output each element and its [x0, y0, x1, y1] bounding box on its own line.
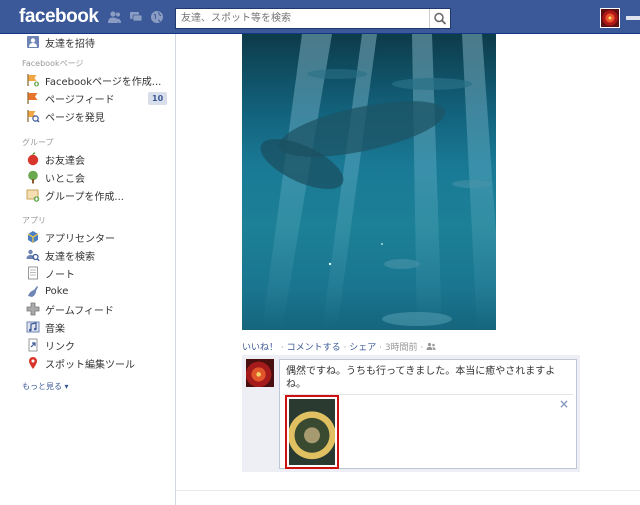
- comment-link[interactable]: コメントする: [287, 343, 341, 353]
- link-icon: [26, 338, 40, 352]
- friend-requests-icon[interactable]: [108, 10, 122, 24]
- attached-photo-thumbnail[interactable]: [285, 395, 339, 469]
- comment-text[interactable]: 偶然ですね。うちも行ってきました。本当に癒やされますよね。: [286, 365, 556, 391]
- search-icon: [434, 12, 447, 25]
- remove-attachment-close-icon[interactable]: ×: [559, 397, 569, 411]
- flag-feed-icon: [26, 91, 40, 105]
- sidebar-item-label: いとこ会: [45, 173, 85, 185]
- sidebar-item-place-editor[interactable]: スポット編集ツール: [26, 355, 135, 371]
- attachment-area: ×: [283, 394, 573, 469]
- sidebar-item-group-cousins[interactable]: いとこ会: [26, 169, 85, 185]
- sidebar-item-label: ゲームフィード: [45, 305, 114, 317]
- content-divider: [176, 490, 640, 491]
- sidebar-item-find-friends[interactable]: 友達を検索: [26, 247, 95, 263]
- comment-composer: 偶然ですね。うちも行ってきました。本当に癒やされますよね。 ×: [242, 355, 580, 472]
- sidebar-item-label: Facebookページを作成...: [45, 76, 162, 88]
- search-button[interactable]: [429, 9, 450, 28]
- sidebar-item-label: アプリセンター: [45, 233, 115, 245]
- sidebar-item-label: ページを発見: [45, 112, 105, 124]
- invite-friends-icon: [26, 35, 40, 49]
- sidebar-item-poke[interactable]: Poke: [26, 283, 68, 299]
- sidebar-item-label: ノート: [45, 269, 75, 281]
- sidebar-item-page-feed[interactable]: ページフィード: [26, 90, 115, 106]
- sidebar-item-label: ページフィード: [45, 94, 115, 106]
- top-bar: facebook: [0, 0, 640, 34]
- attached-photo-image: [289, 399, 335, 465]
- section-heading-groups: グループ: [22, 138, 54, 147]
- left-sidebar: 友達を招待 Facebookページ Facebookページを作成... ページフ…: [0, 34, 176, 505]
- sidebar-item-music[interactable]: 音楽: [26, 319, 65, 335]
- notes-icon: [26, 266, 40, 280]
- sidebar-item-app-center[interactable]: アプリセンター: [26, 229, 115, 245]
- sidebar-item-label: スポット編集ツール: [45, 359, 135, 371]
- facebook-logo[interactable]: facebook: [19, 6, 99, 28]
- profile-avatar[interactable]: [600, 8, 620, 28]
- like-link[interactable]: いいね！: [242, 343, 278, 353]
- caret-down-icon: ▾: [62, 382, 69, 391]
- sidebar-item-group-friends[interactable]: お友達会: [26, 151, 85, 167]
- messages-icon[interactable]: [129, 10, 143, 24]
- find-friends-icon: [26, 248, 40, 262]
- section-heading-apps: アプリ: [22, 216, 46, 225]
- account-menu-button[interactable]: [626, 16, 640, 20]
- sidebar-item-create-group[interactable]: グループを作成...: [26, 187, 124, 203]
- section-heading-pages: Facebookページ: [22, 59, 84, 68]
- post-photo[interactable]: [242, 34, 496, 330]
- pages-discover-icon: [26, 109, 40, 123]
- comment-input[interactable]: 偶然ですね。うちも行ってきました。本当に癒やされますよね。 ×: [279, 359, 577, 469]
- commenter-avatar[interactable]: [246, 359, 274, 387]
- game-feed-icon: [26, 302, 40, 316]
- tree-icon: [26, 170, 40, 184]
- sidebar-item-label: お友達会: [45, 155, 85, 167]
- sidebar-item-label: Poke: [45, 285, 69, 297]
- audience-icon[interactable]: [426, 342, 436, 353]
- sidebar-item-notes[interactable]: ノート: [26, 265, 75, 281]
- notifications-globe-icon[interactable]: [150, 10, 164, 24]
- post-actions: いいね！ · コメントする · シェア · 3時間前 ·: [242, 340, 436, 353]
- music-icon: [26, 320, 40, 334]
- sidebar-item-label: リンク: [45, 341, 75, 353]
- app-center-icon: [26, 230, 40, 244]
- sidebar-item-game-feed[interactable]: ゲームフィード: [26, 301, 114, 317]
- aquarium-photo: [260, 34, 496, 330]
- search-box: [175, 8, 451, 29]
- page-feed-count-badge: 10: [148, 92, 168, 105]
- sidebar-item-label: グループを作成...: [45, 191, 124, 203]
- flag-create-icon: [26, 73, 40, 87]
- sidebar-item-invite-friends[interactable]: 友達を招待: [26, 34, 95, 50]
- post-timestamp[interactable]: 3時間前: [385, 343, 418, 353]
- sidebar-item-label: 友達を招待: [45, 38, 95, 50]
- search-input[interactable]: [176, 9, 428, 28]
- apple-icon: [26, 152, 40, 166]
- place-editor-icon: [26, 356, 40, 370]
- sidebar-item-create-page[interactable]: Facebookページを作成...: [26, 72, 161, 88]
- sidebar-item-links[interactable]: リンク: [26, 337, 75, 353]
- share-link[interactable]: シェア: [349, 343, 376, 353]
- poke-icon: [26, 284, 40, 298]
- sidebar-item-label: 友達を検索: [45, 251, 95, 263]
- sidebar-item-discover-pages[interactable]: ページを発見: [26, 108, 105, 124]
- sidebar-item-label: 音楽: [45, 323, 65, 335]
- group-create-icon: [26, 188, 40, 202]
- see-more-link[interactable]: もっと見る ▾: [22, 381, 69, 392]
